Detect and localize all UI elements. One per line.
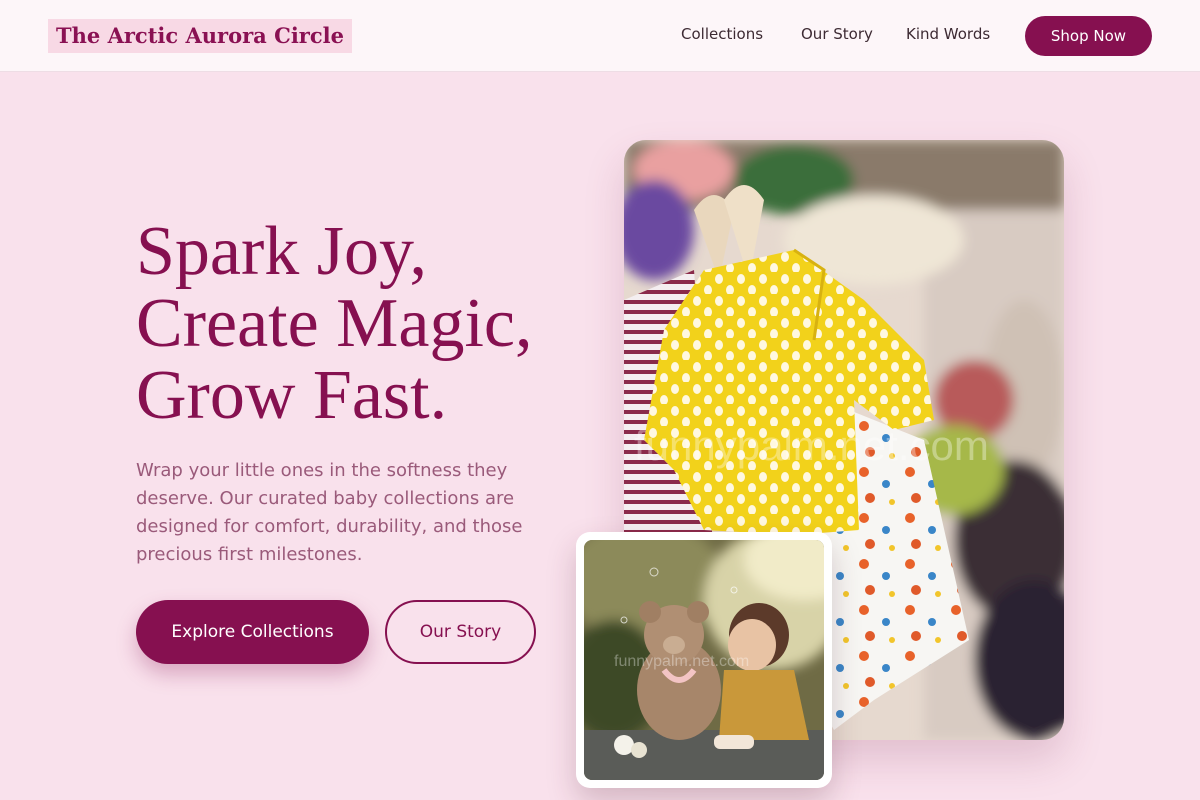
shop-now-button[interactable]: Shop Now <box>1025 16 1152 56</box>
our-story-button[interactable]: Our Story <box>385 600 536 664</box>
explore-collections-button[interactable]: Explore Collections <box>136 600 369 664</box>
nav-link-kind-words[interactable]: Kind Words <box>906 25 990 43</box>
baby-with-teddy-photo: funnypalm.net.com <box>584 540 824 780</box>
brand-logo[interactable]: The Arctic Aurora Circle <box>48 19 352 53</box>
hero-title: Spark Joy, Create Magic, Grow Fast. <box>136 216 596 432</box>
hero-secondary-image: funnypalm.net.com <box>576 532 832 788</box>
hero-title-line-1: Spark Joy, <box>136 213 428 290</box>
site-header: The Arctic Aurora Circle Collections Our… <box>0 0 1200 72</box>
nav-link-our-story[interactable]: Our Story <box>801 25 873 43</box>
small-image-watermark: funnypalm.net.com <box>614 653 749 670</box>
hero-title-line-3: Grow Fast. <box>136 357 448 434</box>
hero-title-line-2: Create Magic, <box>136 285 533 362</box>
nav-link-collections[interactable]: Collections <box>681 25 763 43</box>
main-image-watermark: funnypalm.net.com <box>634 422 989 469</box>
hero-description: Wrap your little ones in the softness th… <box>136 460 523 565</box>
